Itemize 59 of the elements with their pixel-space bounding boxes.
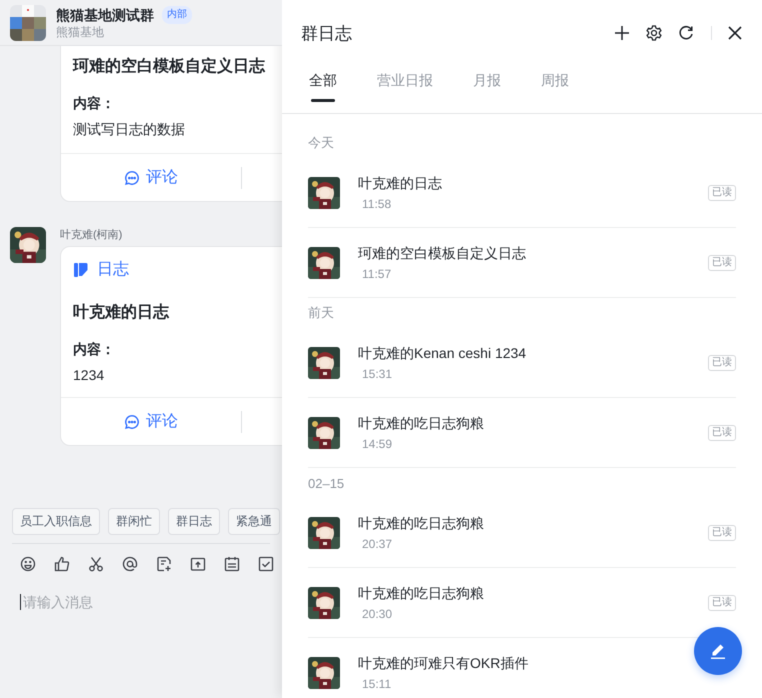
- read-tag: 已读: [708, 184, 736, 200]
- comment-button[interactable]: 评论: [61, 411, 241, 432]
- sender-name: 叶克难(柯南): [60, 228, 124, 242]
- date-label: 今天: [308, 134, 335, 152]
- log-title: 叶克难的珂难只有OKR插件: [358, 654, 530, 672]
- content-text: 1234: [73, 367, 106, 383]
- at-sign-icon[interactable]: [122, 556, 138, 572]
- read-tag: 已读: [708, 424, 736, 440]
- card-title: 珂难的空白模板自定义日志: [73, 56, 266, 77]
- quick-chip[interactable]: 群日志: [168, 508, 220, 535]
- log-title: 叶克难的吃日志狗粮: [358, 514, 485, 532]
- calendar-icon[interactable]: [224, 556, 240, 572]
- checkbox-icon[interactable]: [258, 556, 274, 572]
- log-title: 叶克难的日志: [358, 174, 443, 192]
- upload-folder-icon[interactable]: [190, 556, 206, 572]
- thumbs-up-icon[interactable]: [54, 556, 70, 572]
- settings-button[interactable]: [645, 24, 663, 42]
- log-title: 叶克难的吃日志狗粮: [358, 414, 485, 432]
- date-label: 02–15: [308, 474, 346, 492]
- log-title: 珂难的空白模板自定义日志: [358, 244, 527, 262]
- date-label: 前天: [308, 304, 335, 322]
- card-type-label: 日志: [97, 260, 129, 280]
- emoji-icon[interactable]: [20, 556, 36, 572]
- content-label: 内容：: [73, 95, 116, 113]
- scissors-icon[interactable]: [88, 556, 104, 572]
- read-tag: 已读: [708, 254, 736, 270]
- quick-chip[interactable]: 紧急通: [228, 508, 280, 535]
- log-time: 11:58: [361, 196, 392, 210]
- log-title: 叶克难的吃日志狗粮: [358, 584, 485, 602]
- comment-button[interactable]: 评论: [61, 167, 241, 188]
- drawer-title: 群日志: [301, 22, 353, 44]
- log-time: 20:37: [361, 536, 394, 550]
- internal-tag: 内部: [162, 6, 192, 24]
- log-time: 20:30: [361, 606, 394, 620]
- add-button[interactable]: [613, 24, 631, 42]
- log-time: 14:59: [361, 436, 394, 450]
- quick-chip[interactable]: 群闲忙: [108, 508, 160, 535]
- log-time: 15:31: [361, 366, 394, 380]
- comment-icon: [124, 170, 140, 186]
- group-subtitle: 熊猫基地: [56, 24, 105, 40]
- log-title: 叶克难的Kenan ceshi 1234: [358, 344, 528, 362]
- refresh-button[interactable]: [677, 24, 695, 42]
- message-input[interactable]: 请输入消息: [20, 594, 263, 610]
- compose-button[interactable]: [694, 627, 742, 675]
- close-button[interactable]: [726, 24, 744, 42]
- read-tag: 已读: [708, 354, 736, 370]
- read-tag: 已读: [708, 524, 736, 540]
- log-time: 11:57: [361, 266, 392, 280]
- group-name: 熊猫基地测试群: [56, 6, 154, 22]
- read-tag: 已读: [708, 594, 736, 610]
- notebook-icon: [73, 262, 89, 278]
- quick-chip[interactable]: 员工入职信息: [12, 508, 100, 535]
- card-title: 叶克难的日志: [73, 302, 170, 323]
- content-text: 测试写日志的数据: [73, 121, 186, 139]
- content-label: 内容：: [73, 341, 116, 359]
- add-document-icon[interactable]: [156, 556, 172, 572]
- comment-icon: [124, 414, 140, 430]
- log-time: 15:11: [361, 676, 392, 690]
- tab[interactable]: 全部: [309, 66, 337, 113]
